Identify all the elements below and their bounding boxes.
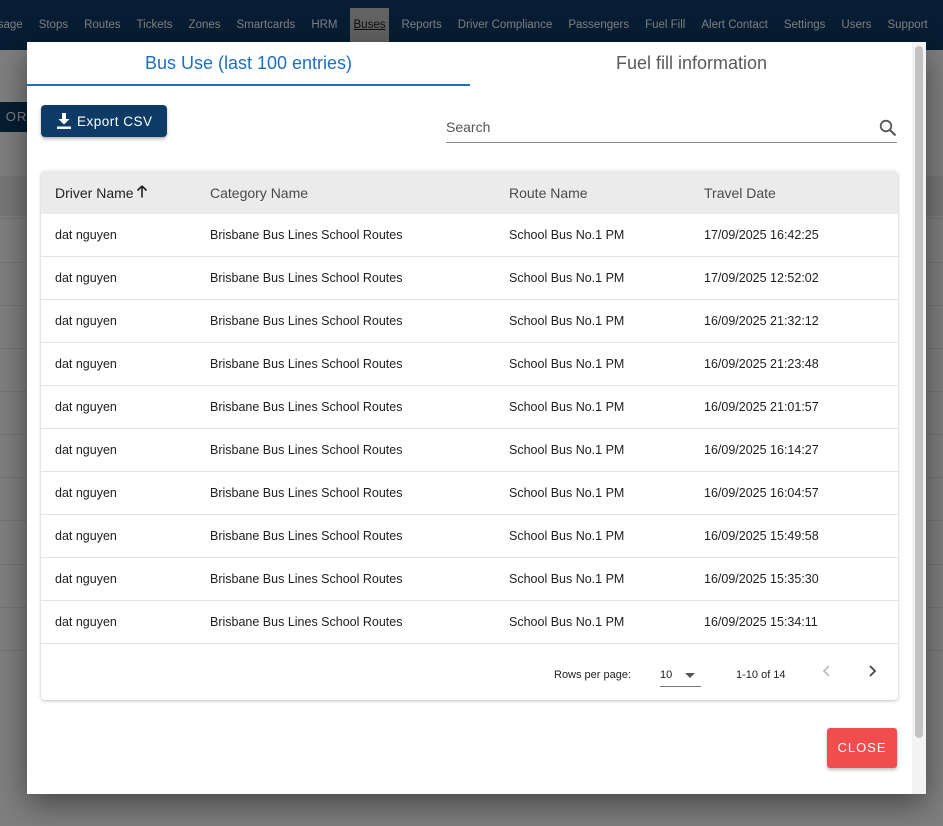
cell-category-name: Brisbane Bus Lines School Routes: [210, 357, 403, 371]
chevron-left-icon[interactable]: [820, 663, 834, 682]
cell-driver-name: dat nguyen: [55, 615, 117, 629]
column-header-route-name[interactable]: Route Name: [509, 185, 704, 201]
table-row[interactable]: dat nguyen Brisbane Bus Lines School Rout…: [41, 386, 898, 429]
tab-bus-use[interactable]: Bus Use (last 100 entries): [27, 42, 470, 86]
cell-category-name: Brisbane Bus Lines School Routes: [210, 615, 403, 629]
cell-route-name: School Bus No.1 PM: [509, 443, 625, 457]
cell-category-name: Brisbane Bus Lines School Routes: [210, 228, 403, 242]
cell-driver-name: dat nguyen: [55, 572, 117, 586]
column-header-category-name[interactable]: Category Name: [210, 185, 509, 201]
cell-travel-date: 16/09/2025 15:34:11: [704, 615, 818, 629]
caret-down-icon: [685, 673, 695, 678]
table-row[interactable]: dat nguyen Brisbane Bus Lines School Rout…: [41, 214, 898, 257]
cell-travel-date: 16/09/2025 15:35:30: [704, 572, 819, 586]
cell-driver-name: dat nguyen: [55, 529, 117, 543]
cell-route-name: School Bus No.1 PM: [509, 271, 625, 285]
rows-per-page-label: Rows per page:: [554, 669, 632, 681]
dialog-tabs: Bus Use (last 100 entries) Fuel fill inf…: [27, 42, 913, 86]
cell-travel-date: 16/09/2025 21:32:12: [704, 314, 819, 328]
table-row[interactable]: dat nguyen Brisbane Bus Lines School Rout…: [41, 343, 898, 386]
cell-category-name: Brisbane Bus Lines School Routes: [210, 529, 403, 543]
cell-route-name: School Bus No.1 PM: [509, 357, 625, 371]
cell-category-name: Brisbane Bus Lines School Routes: [210, 271, 403, 285]
cell-route-name: School Bus No.1 PM: [509, 314, 625, 328]
cell-route-name: School Bus No.1 PM: [509, 572, 625, 586]
column-header-driver-name[interactable]: Driver Name: [41, 185, 210, 201]
cell-driver-name: dat nguyen: [55, 271, 117, 285]
cell-driver-name: dat nguyen: [55, 400, 117, 414]
cell-travel-date: 16/09/2025 15:49:58: [704, 529, 819, 543]
cell-travel-date: 17/09/2025 12:52:02: [704, 271, 819, 285]
cell-route-name: School Bus No.1 PM: [509, 529, 625, 543]
cell-driver-name: dat nguyen: [55, 486, 117, 500]
column-header-travel-date[interactable]: Travel Date: [704, 185, 898, 201]
pagination: Rows per page: 10 1-10 of 14: [41, 646, 898, 700]
cell-route-name: School Bus No.1 PM: [509, 615, 625, 629]
table-row[interactable]: dat nguyen Brisbane Bus Lines School Rout…: [41, 429, 898, 472]
rows-per-page-select[interactable]: 10: [660, 661, 701, 687]
rows-per-page-value: 10: [660, 669, 673, 681]
table-row[interactable]: dat nguyen Brisbane Bus Lines School Rout…: [41, 558, 898, 601]
cell-travel-date: 16/09/2025 21:01:57: [704, 400, 819, 414]
cell-travel-date: 16/09/2025 16:04:57: [704, 486, 819, 500]
table-row[interactable]: dat nguyen Brisbane Bus Lines School Rout…: [41, 472, 898, 515]
cell-category-name: Brisbane Bus Lines School Routes: [210, 314, 403, 328]
column-header-label: Driver Name: [55, 184, 134, 201]
export-csv-label: Export CSV: [77, 113, 153, 129]
cell-travel-date: 16/09/2025 16:14:27: [704, 443, 819, 457]
chevron-right-icon[interactable]: [865, 663, 879, 682]
dialog-scrollbar[interactable]: [912, 42, 926, 794]
scrollbar-thumb[interactable]: [915, 46, 923, 738]
cell-travel-date: 17/09/2025 16:42:25: [704, 228, 819, 242]
table-row[interactable]: dat nguyen Brisbane Bus Lines School Rout…: [41, 300, 898, 343]
close-button[interactable]: CLOSE: [827, 728, 897, 768]
cell-route-name: School Bus No.1 PM: [509, 228, 625, 242]
download-icon: [57, 113, 71, 129]
table-row[interactable]: dat nguyen Brisbane Bus Lines School Rout…: [41, 257, 898, 300]
table-row[interactable]: dat nguyen Brisbane Bus Lines School Rout…: [41, 515, 898, 558]
cell-driver-name: dat nguyen: [55, 443, 117, 457]
arrow-up-icon: [136, 184, 148, 201]
cell-category-name: Brisbane Bus Lines School Routes: [210, 486, 403, 500]
cell-route-name: School Bus No.1 PM: [509, 400, 625, 414]
table-body: dat nguyen Brisbane Bus Lines School Rout…: [41, 214, 898, 644]
cell-driver-name: dat nguyen: [55, 228, 117, 242]
cell-category-name: Brisbane Bus Lines School Routes: [210, 443, 403, 457]
cell-category-name: Brisbane Bus Lines School Routes: [210, 572, 403, 586]
table-header-row: Driver Name Category Name Route Name Tra…: [41, 171, 898, 214]
search-input[interactable]: [446, 114, 866, 135]
cell-category-name: Brisbane Bus Lines School Routes: [210, 400, 403, 414]
cell-travel-date: 16/09/2025 21:23:48: [704, 357, 819, 371]
search-icon[interactable]: [879, 119, 897, 142]
tab-fuel-fill[interactable]: Fuel fill information: [470, 42, 913, 86]
bus-use-table: Driver Name Category Name Route Name Tra…: [41, 171, 898, 700]
table-row[interactable]: dat nguyen Brisbane Bus Lines School Rout…: [41, 601, 898, 644]
pagination-range: 1-10 of 14: [736, 669, 786, 681]
bus-use-dialog: Bus Use (last 100 entries) Fuel fill inf…: [27, 42, 926, 794]
cell-route-name: School Bus No.1 PM: [509, 486, 625, 500]
cell-driver-name: dat nguyen: [55, 357, 117, 371]
export-csv-button[interactable]: Export CSV: [41, 105, 167, 137]
search-field[interactable]: [446, 114, 897, 143]
cell-driver-name: dat nguyen: [55, 314, 117, 328]
